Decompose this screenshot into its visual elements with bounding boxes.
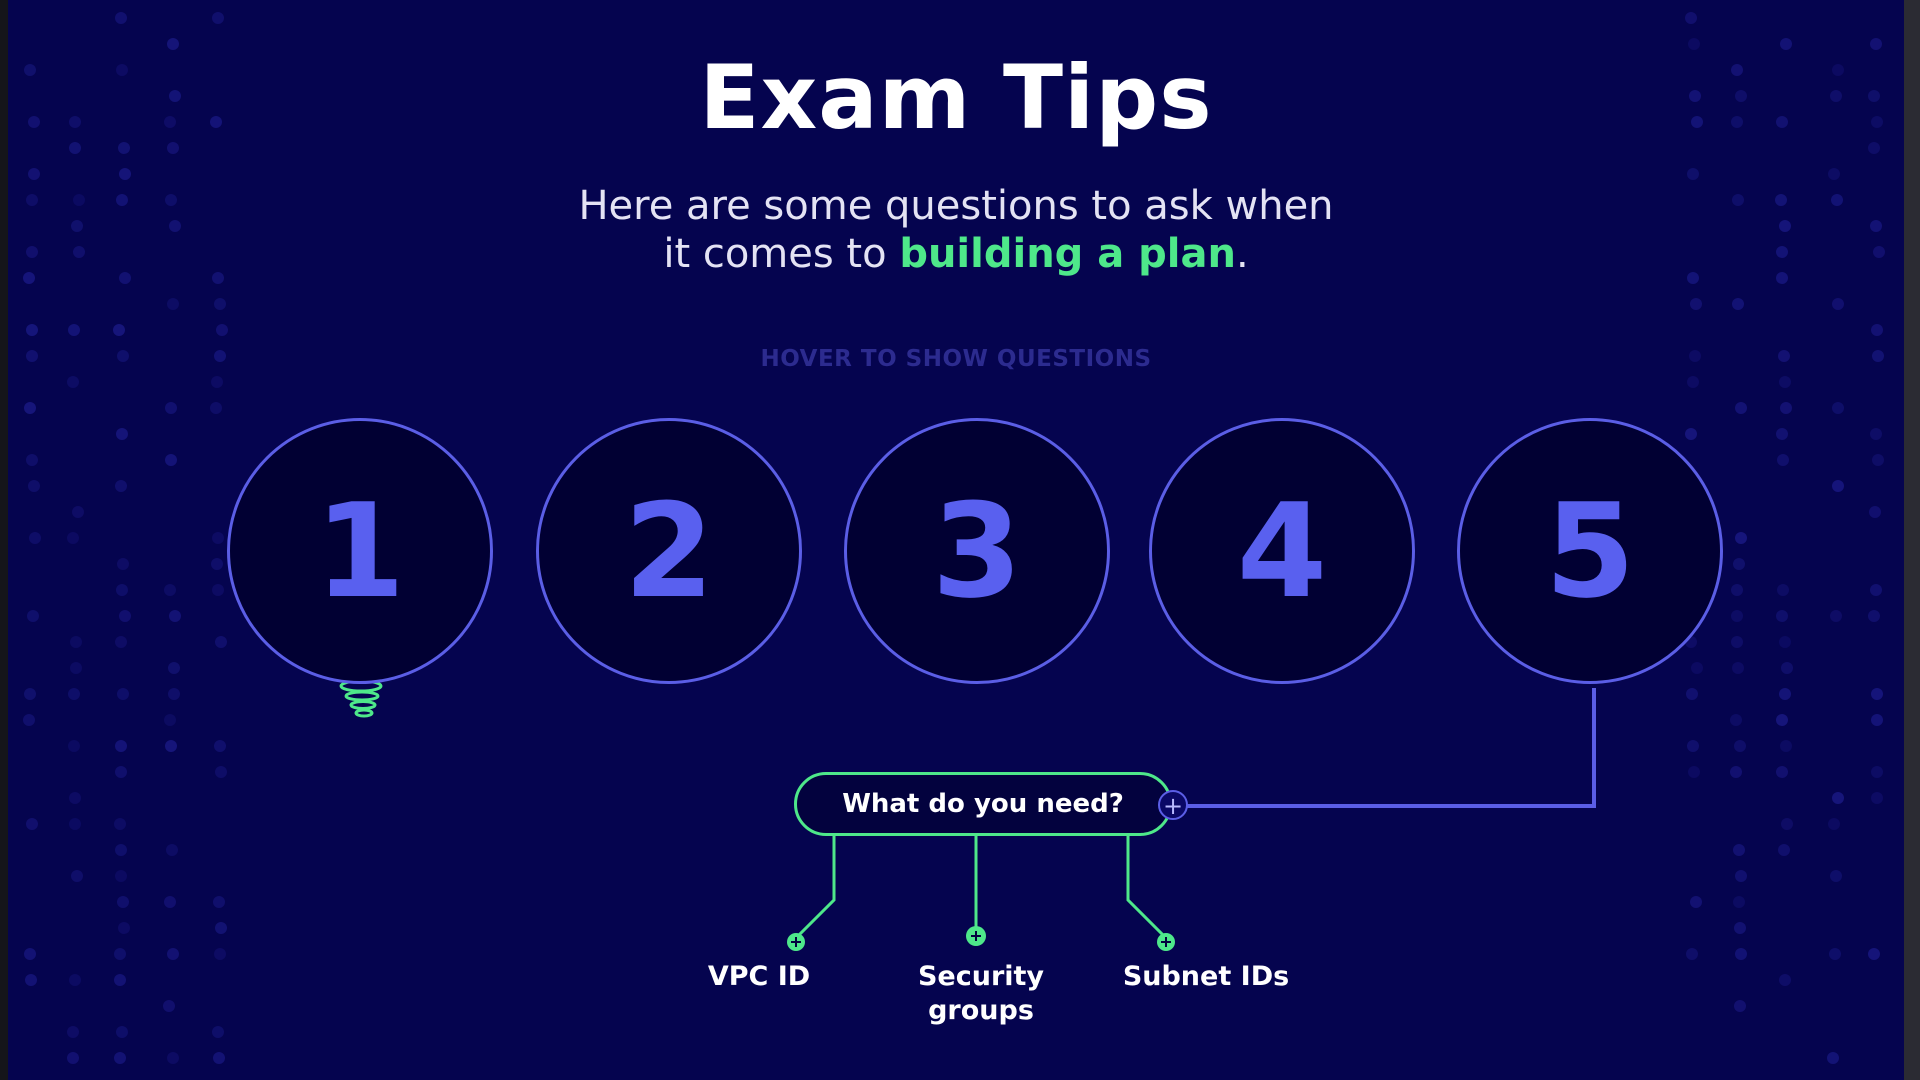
presentation-stage: Exam Tips Here are some questions to ask… [8, 0, 1904, 1080]
step-circle-3[interactable]: 3 [844, 418, 1110, 684]
step-circle-2[interactable]: 2 [536, 418, 802, 684]
plus-circle-icon [1157, 933, 1175, 951]
step-circle-5[interactable]: 5 [1457, 418, 1723, 684]
blue-connector-line [1174, 688, 1596, 808]
plus-circle-icon[interactable]: + [1158, 790, 1188, 820]
answer-subnet-ids: Subnet IDs [1122, 961, 1290, 992]
green-branch-right [1126, 836, 1168, 940]
answer-vpc-id: VPC ID [707, 961, 811, 992]
plus-circle-icon [787, 933, 805, 951]
answer-security-groups: Security groups [917, 961, 1045, 1026]
step-circle-1[interactable]: 1 [227, 418, 493, 684]
step-circle-4[interactable]: 4 [1149, 418, 1415, 684]
plus-circle-icon [966, 926, 986, 946]
window-frame-edge [1904, 0, 1920, 1080]
green-branch-left [794, 836, 836, 940]
question-pill[interactable]: What do you need? [794, 772, 1172, 836]
green-spring-icon [339, 679, 383, 718]
